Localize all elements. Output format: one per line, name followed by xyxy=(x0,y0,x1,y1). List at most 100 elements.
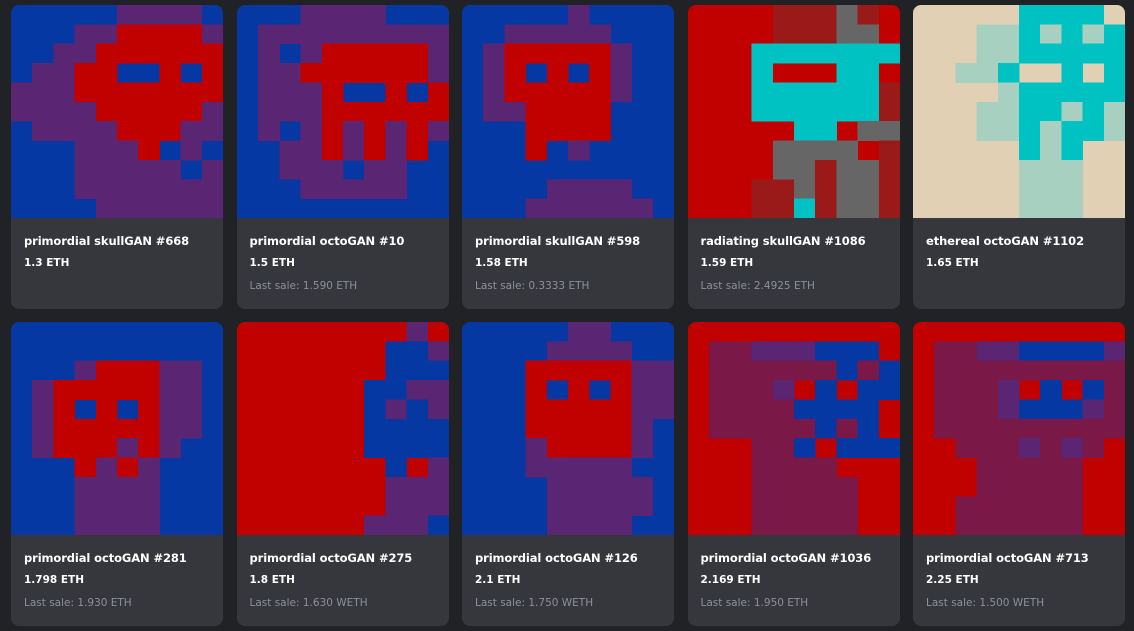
art-pixel xyxy=(631,380,654,400)
art-pixel xyxy=(814,198,837,218)
art-pixel xyxy=(32,121,54,141)
art-pixel xyxy=(751,360,773,381)
art-pixel xyxy=(427,515,449,535)
nft-card[interactable]: primordial octoGAN #713 2.25 ETH Last sa… xyxy=(913,322,1125,626)
art-pixel xyxy=(878,380,900,400)
art-pixel xyxy=(159,399,182,420)
nft-price: 1.3 ETH xyxy=(24,257,70,269)
nft-card[interactable]: primordial octoGAN #126 2.1 ETH Last sal… xyxy=(462,322,674,626)
art-pixel xyxy=(997,360,1020,381)
nft-card[interactable]: primordial octoGAN #10 1.5 ETH Last sale… xyxy=(236,5,449,309)
art-pixel xyxy=(814,380,837,400)
art-pixel xyxy=(384,399,407,420)
art-pixel xyxy=(300,159,322,180)
art-pixel xyxy=(772,476,794,497)
art-pixel xyxy=(1061,43,1084,64)
art-pixel xyxy=(793,5,816,25)
nft-name[interactable]: primordial octoGAN #281 xyxy=(24,551,210,565)
art-pixel xyxy=(321,121,343,141)
art-pixel xyxy=(53,101,76,122)
art-pixel xyxy=(117,457,139,478)
art-pixel xyxy=(610,63,633,83)
art-pixel xyxy=(835,24,858,45)
art-pixel xyxy=(878,179,900,200)
art-pixel xyxy=(1040,121,1062,141)
pixel-art-image xyxy=(687,5,900,218)
nft-name[interactable]: primordial octoGAN #126 xyxy=(475,551,661,565)
nft-artwork[interactable] xyxy=(687,322,900,535)
art-pixel xyxy=(814,496,837,517)
art-pixel xyxy=(1061,438,1084,458)
art-pixel xyxy=(976,418,999,439)
art-pixel xyxy=(1061,82,1084,103)
art-pixel xyxy=(406,360,428,381)
nft-price: 1.65 ETH xyxy=(926,257,979,269)
art-pixel xyxy=(363,380,386,400)
art-pixel xyxy=(342,121,365,141)
art-pixel xyxy=(363,101,386,122)
art-pixel xyxy=(1103,101,1125,122)
art-pixel xyxy=(159,198,182,218)
art-pixel xyxy=(525,43,548,64)
art-pixel xyxy=(772,140,794,161)
nft-artwork[interactable] xyxy=(236,5,449,218)
nft-card[interactable]: primordial skullGAN #598 1.58 ETH Last s… xyxy=(462,5,674,309)
art-pixel xyxy=(138,5,160,25)
art-pixel xyxy=(976,24,999,45)
art-pixel xyxy=(180,179,203,200)
nft-name[interactable]: ethereal octoGAN #1102 xyxy=(926,234,1112,248)
art-pixel xyxy=(321,179,343,200)
art-pixel xyxy=(406,496,428,517)
art-pixel xyxy=(427,457,449,478)
nft-price: 1.58 ETH xyxy=(475,257,528,269)
art-pixel xyxy=(546,179,569,200)
art-pixel xyxy=(1061,179,1084,200)
nft-artwork[interactable] xyxy=(687,5,900,218)
art-pixel xyxy=(976,476,999,497)
art-pixel xyxy=(384,140,407,161)
nft-artwork[interactable] xyxy=(913,5,1125,218)
art-pixel xyxy=(878,198,900,218)
nft-name[interactable]: primordial skullGAN #668 xyxy=(24,234,210,248)
art-pixel xyxy=(406,24,428,45)
nft-name[interactable]: primordial octoGAN #10 xyxy=(250,234,436,248)
art-pixel xyxy=(95,24,118,45)
nft-card[interactable]: radiating skullGAN #1086 1.59 ETH Last s… xyxy=(687,5,900,309)
art-pixel xyxy=(427,82,449,103)
art-pixel xyxy=(180,198,203,218)
art-pixel xyxy=(504,82,527,103)
art-pixel xyxy=(1019,496,1041,517)
art-pixel xyxy=(1061,101,1084,122)
nft-last-sale: Last sale: 1.950 ETH xyxy=(700,597,809,609)
nft-card[interactable]: primordial skullGAN #668 1.3 ETH xyxy=(11,5,223,309)
art-pixel xyxy=(95,438,118,458)
art-pixel xyxy=(117,198,139,218)
nft-name[interactable]: radiating skullGAN #1086 xyxy=(701,234,887,248)
nft-card[interactable]: ethereal octoGAN #1102 1.65 ETH xyxy=(913,5,1125,309)
art-pixel xyxy=(1040,82,1062,103)
nft-card[interactable]: primordial octoGAN #1036 2.169 ETH Last … xyxy=(687,322,900,626)
nft-artwork[interactable] xyxy=(462,5,674,218)
nft-name[interactable]: primordial octoGAN #1036 xyxy=(701,551,887,565)
art-pixel xyxy=(751,457,773,478)
nft-name[interactable]: primordial skullGAN #598 xyxy=(475,234,661,248)
nft-artwork[interactable] xyxy=(11,322,223,535)
art-pixel xyxy=(857,438,879,458)
art-pixel xyxy=(772,341,794,362)
art-pixel xyxy=(180,380,203,400)
nft-card[interactable]: primordial octoGAN #275 1.8 ETH Last sal… xyxy=(236,322,449,626)
nft-card[interactable]: primordial octoGAN #281 1.798 ETH Last s… xyxy=(11,322,223,626)
art-pixel xyxy=(525,380,548,400)
art-pixel xyxy=(589,101,611,122)
nft-artwork[interactable] xyxy=(236,322,449,535)
nft-name[interactable]: primordial octoGAN #713 xyxy=(926,551,1112,565)
art-pixel xyxy=(708,399,731,420)
art-pixel xyxy=(997,457,1020,478)
nft-artwork[interactable] xyxy=(11,5,223,218)
nft-artwork[interactable] xyxy=(462,322,674,535)
art-pixel xyxy=(384,179,407,200)
art-pixel xyxy=(180,399,203,420)
nft-artwork[interactable] xyxy=(913,322,1125,535)
pixel-art-image xyxy=(11,322,223,535)
nft-name[interactable]: primordial octoGAN #275 xyxy=(250,551,436,565)
